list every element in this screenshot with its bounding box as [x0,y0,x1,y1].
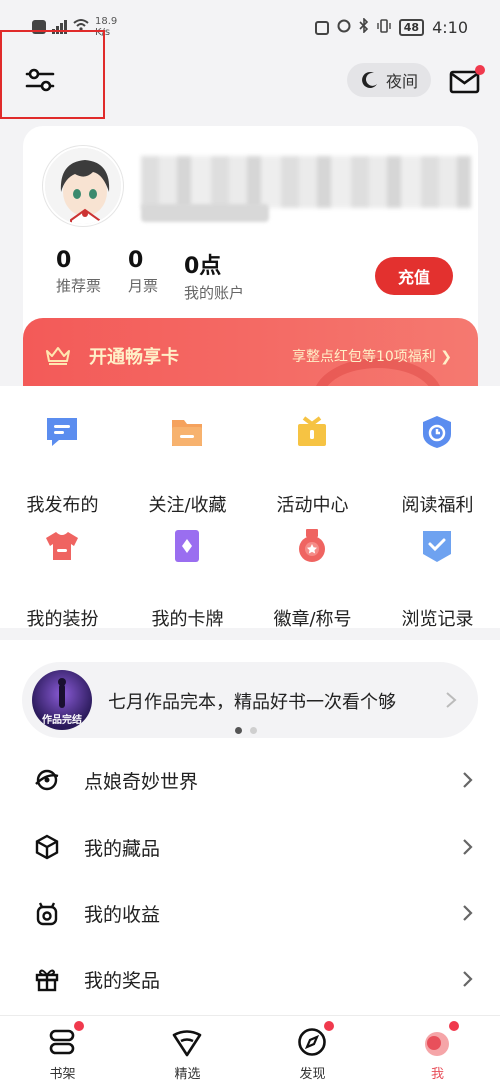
chevron-right-icon [446,692,457,708]
clock-badge-icon [423,416,451,448]
grid-label: 我的卡牌 [151,609,224,630]
grid-item-my-posts[interactable]: 我发布的 [0,414,125,516]
grid-label: 我的装扮 [26,609,99,630]
feature-grid: 我发布的 关注/收藏 活动中心 阅读福利 我的装扮 我的卡牌 徽章/称号 浏览记… [0,386,500,630]
cube-icon [35,834,59,860]
grid-label: 徽章/称号 [273,609,352,630]
menu-label: 我的奖品 [84,970,161,992]
menu-label: 点娘奇妙世界 [84,771,199,793]
folder-icon [172,420,202,446]
sliders-icon [25,68,55,92]
compass-icon [298,1028,326,1056]
grid-label: 浏览记录 [401,609,474,630]
planet-icon [35,769,59,791]
grid-item-my-outfit[interactable]: 我的装扮 [0,528,125,630]
account-balance-stat[interactable]: 0点 我的账户 [184,248,244,303]
grid-item-activity-center[interactable]: 活动中心 [250,414,375,516]
menu-item-collection[interactable]: 我的藏品 [0,814,500,880]
settings-filter-button[interactable] [22,62,58,98]
lower-panel: 作品完结 七月作品完本，精品好书一次看个够 点娘奇妙世界 我的藏品 我的收益 我… [0,640,500,1015]
banner-thumbnail: 作品完结 [32,670,92,730]
gift-box-icon [35,969,59,992]
chevron-right-icon [463,905,473,921]
tshirt-icon [46,532,78,560]
nav-label: 发现 [299,1067,326,1082]
user-tags-blurred [141,204,269,222]
stat-value: 0点 [184,254,222,279]
chevron-right-icon [463,971,473,987]
bottom-nav: 书架 精选 发现 我 [0,1015,500,1084]
stat-value: 0 [56,248,72,273]
medal-icon [299,529,325,562]
night-mode-label: 夜间 [385,72,418,91]
messages-button[interactable] [448,64,485,96]
stat-label: 我的账户 [184,284,245,302]
update-dot [324,1021,334,1031]
battery-icon: 48 [398,19,425,36]
avatar-image [45,148,121,224]
banner-pager [235,727,257,734]
update-dot [74,1021,84,1031]
grid-item-my-cards[interactable]: 我的卡牌 [125,528,250,630]
comment-icon [47,418,77,446]
grid-item-browse-history[interactable]: 浏览记录 [375,528,500,630]
nfc-icon [314,20,329,35]
grid-label: 阅读福利 [401,495,474,516]
grid-label: 我发布的 [26,495,99,516]
menu-item-wonder-world[interactable]: 点娘奇妙世界 [0,747,500,813]
nav-discover[interactable]: 发现 [250,1016,375,1084]
stat-value: 0 [128,248,144,273]
nav-bookshelf[interactable]: 书架 [0,1016,125,1084]
stat-label: 月票 [128,277,159,295]
grid-item-reading-rewards[interactable]: 阅读福利 [375,414,500,516]
profile-card: 0 推荐票 0 月票 0点 我的账户 充值 开通畅享卡 享整点红包等10项福利 … [23,126,478,396]
vip-title: 开通畅享卡 [89,347,179,368]
alarm-icon [337,19,351,37]
stat-label: 推荐票 [56,277,102,295]
menu-item-earnings[interactable]: 我的收益 [0,880,500,946]
username-blurred [141,156,471,208]
unread-dot [475,65,485,75]
menu-item-prizes[interactable]: 我的奖品 [0,946,500,1012]
grid-label: 关注/收藏 [148,495,227,516]
menu-label: 我的收益 [84,904,161,926]
vibrate-icon [377,18,391,37]
nav-featured[interactable]: 精选 [125,1016,250,1084]
nav-me[interactable]: 我 [375,1016,500,1084]
menu-label: 我的藏品 [84,838,161,860]
gift-icon [298,416,326,446]
bluetooth-icon [359,17,369,37]
profile-icon [425,1032,449,1056]
moon-icon [362,71,377,88]
banner-thumbnail-text: 作品完结 [42,715,82,726]
update-dot [449,1021,459,1031]
nav-label: 精选 [174,1067,201,1082]
clock: 4:10 [432,18,468,37]
chevron-right-icon [463,839,473,855]
night-mode-button[interactable]: 夜间 [347,63,431,97]
grid-item-follow-favorites[interactable]: 关注/收藏 [125,414,250,516]
nav-label: 书架 [49,1067,76,1082]
card-icon [175,530,199,562]
chevron-right-icon [463,772,473,788]
vip-card-banner[interactable]: 开通畅享卡 享整点红包等10项福利 ❯ [23,318,478,396]
wallet-icon [36,902,58,926]
grid-item-badges-titles[interactable]: 徽章/称号 [250,528,375,630]
avatar[interactable] [43,146,123,226]
monthly-votes-stat[interactable]: 0 月票 [128,248,158,296]
grid-label: 活动中心 [276,495,349,516]
nav-label: 我 [430,1067,444,1082]
banner-text: 七月作品完本，精品好书一次看个够 [108,692,396,713]
recommend-votes-stat[interactable]: 0 推荐票 [56,248,101,296]
diamond-icon [172,1030,202,1057]
bookshelf-icon [49,1029,75,1055]
crown-icon [46,347,70,365]
vip-benefit: 享整点红包等10项福利 ❯ [291,349,452,365]
recharge-button[interactable]: 充值 [375,257,453,295]
history-icon [423,531,451,562]
